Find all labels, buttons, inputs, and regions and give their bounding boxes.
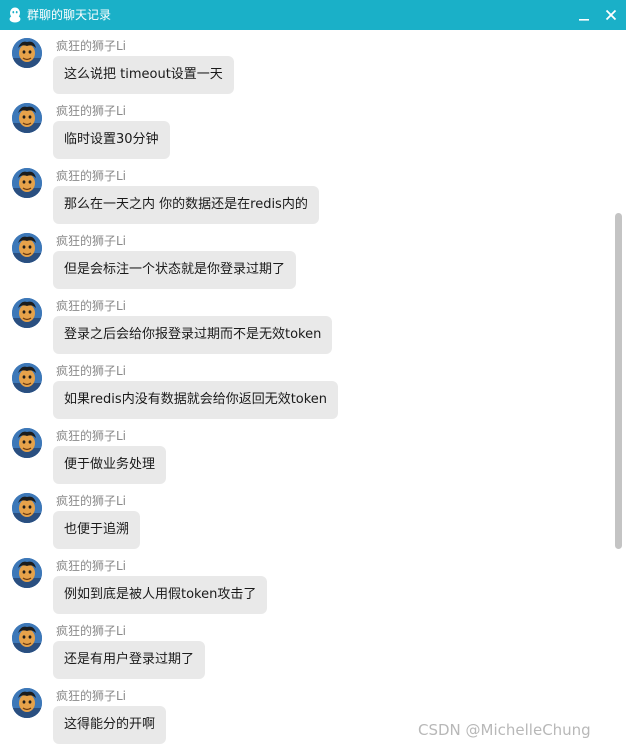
- sender-name[interactable]: 疯狂的狮子Li: [56, 38, 126, 54]
- avatar[interactable]: [12, 38, 42, 68]
- qq-penguin-icon: [9, 7, 21, 23]
- sender-name[interactable]: 疯狂的狮子Li: [56, 623, 126, 639]
- avatar[interactable]: [12, 233, 42, 263]
- message-item: 疯狂的狮子Li 登录之后会给你报登录过期而不是无效token: [0, 290, 600, 355]
- message-bubble: 这么说把 timeout设置一天: [53, 56, 234, 94]
- sender-name[interactable]: 疯狂的狮子Li: [56, 688, 126, 704]
- message-bubble: 例如到底是被人用假token攻击了: [53, 576, 268, 614]
- message-item: 疯狂的狮子Li 但是会标注一个状态就是你登录过期了: [0, 225, 600, 290]
- sender-name[interactable]: 疯狂的狮子Li: [56, 363, 126, 379]
- avatar[interactable]: [12, 103, 42, 133]
- message-item: 疯狂的狮子Li 临时设置30分钟: [0, 95, 600, 160]
- avatar[interactable]: [12, 493, 42, 523]
- message-item: 疯狂的狮子Li 也便于追溯: [0, 485, 600, 550]
- avatar[interactable]: [12, 168, 42, 198]
- message-item: 疯狂的狮子Li 这么说把 timeout设置一天: [0, 30, 600, 95]
- title-bar[interactable]: 群聊的聊天记录: [0, 0, 626, 30]
- sender-name[interactable]: 疯狂的狮子Li: [56, 493, 126, 509]
- message-bubble: 还是有用户登录过期了: [53, 641, 206, 679]
- avatar[interactable]: [12, 428, 42, 458]
- window-title: 群聊的聊天记录: [27, 8, 112, 22]
- message-bubble: 这得能分的开啊: [53, 706, 167, 744]
- message-item: 疯狂的狮子Li 还是有用户登录过期了: [0, 615, 600, 680]
- message-item: 疯狂的狮子Li 如果redis内没有数据就会给你返回无效token: [0, 355, 600, 420]
- sender-name[interactable]: 疯狂的狮子Li: [56, 428, 126, 444]
- message-item: 疯狂的狮子Li 那么在一天之内 你的数据还是在redis内的: [0, 160, 600, 225]
- sender-name[interactable]: 疯狂的狮子Li: [56, 233, 126, 249]
- message-bubble: 便于做业务处理: [53, 446, 167, 484]
- watermark: CSDN @MichelleChung: [418, 721, 591, 739]
- message-bubble: 如果redis内没有数据就会给你返回无效token: [53, 381, 339, 419]
- sender-name[interactable]: 疯狂的狮子Li: [56, 168, 126, 184]
- sender-name[interactable]: 疯狂的狮子Li: [56, 298, 126, 314]
- avatar[interactable]: [12, 688, 42, 718]
- message-bubble: 也便于追溯: [53, 511, 141, 549]
- message-bubble: 临时设置30分钟: [53, 121, 170, 159]
- scrollbar-thumb[interactable]: [615, 213, 622, 549]
- avatar[interactable]: [12, 363, 42, 393]
- close-icon[interactable]: [601, 5, 621, 25]
- avatar[interactable]: [12, 623, 42, 653]
- message-item: 疯狂的狮子Li 便于做业务处理: [0, 420, 600, 485]
- sender-name[interactable]: 疯狂的狮子Li: [56, 558, 126, 574]
- message-bubble: 登录之后会给你报登录过期而不是无效token: [53, 316, 333, 354]
- message-bubble: 但是会标注一个状态就是你登录过期了: [53, 251, 297, 289]
- minimize-icon[interactable]: [574, 5, 594, 25]
- message-bubble: 那么在一天之内 你的数据还是在redis内的: [53, 186, 319, 224]
- avatar[interactable]: [12, 298, 42, 328]
- message-list[interactable]: 疯狂的狮子Li 这么说把 timeout设置一天 疯狂的狮子Li 临时设置30分钟 疯狂…: [0, 30, 626, 750]
- chat-history-window: 群聊的聊天记录 疯狂的狮子Li 这么说把 timeout设置一天 疯狂的狮子Li 临时…: [0, 0, 626, 750]
- sender-name[interactable]: 疯狂的狮子Li: [56, 103, 126, 119]
- message-item: 疯狂的狮子Li 例如到底是被人用假token攻击了: [0, 550, 600, 615]
- avatar[interactable]: [12, 558, 42, 588]
